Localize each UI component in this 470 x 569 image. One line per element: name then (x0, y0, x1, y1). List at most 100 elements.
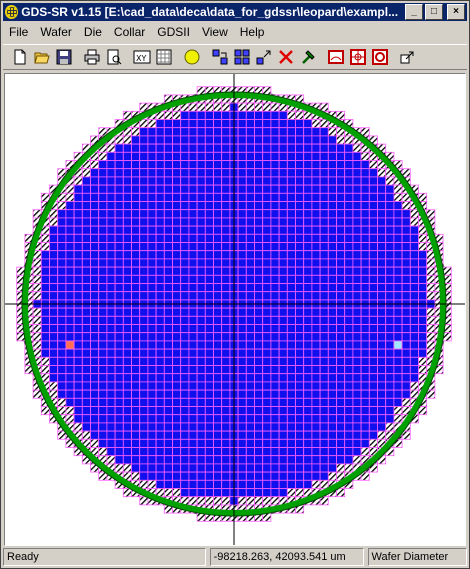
die-cell[interactable] (368, 176, 378, 186)
die-cell[interactable] (90, 397, 100, 407)
die-cell[interactable] (286, 315, 296, 325)
die-cell[interactable] (49, 258, 59, 268)
die-cell[interactable] (270, 283, 280, 293)
partial-die-cell[interactable] (221, 102, 231, 112)
die-cell[interactable] (196, 438, 206, 448)
die-cell[interactable] (147, 233, 157, 243)
partial-die-cell[interactable] (393, 414, 403, 424)
die-cell[interactable] (319, 127, 329, 137)
die-cell[interactable] (409, 242, 419, 252)
die-cell[interactable] (163, 430, 173, 440)
die-cell[interactable] (286, 356, 296, 366)
die-cell[interactable] (303, 438, 313, 448)
partial-die-cell[interactable] (401, 201, 411, 211)
die-cell[interactable] (286, 332, 296, 342)
die-cell[interactable] (262, 430, 272, 440)
die-cell[interactable] (180, 455, 190, 465)
die-cell[interactable] (172, 225, 182, 235)
die-cell[interactable] (254, 160, 264, 170)
die-cell[interactable] (65, 365, 75, 375)
die-cell[interactable] (319, 373, 329, 383)
die-cell[interactable] (418, 250, 428, 260)
die-cell[interactable] (286, 414, 296, 424)
die-cell[interactable] (213, 389, 223, 399)
die-cell[interactable] (90, 184, 100, 194)
die-cell[interactable] (163, 332, 173, 342)
die-cell[interactable] (188, 438, 198, 448)
die-cell[interactable] (122, 168, 132, 178)
die-cell[interactable] (139, 422, 149, 432)
die-cell[interactable] (409, 373, 419, 383)
die-cell[interactable] (106, 217, 116, 227)
die-cell[interactable] (163, 151, 173, 161)
partial-die-cell[interactable] (319, 479, 329, 489)
partial-die-cell[interactable] (49, 389, 59, 399)
die-cell[interactable] (131, 209, 141, 219)
die-cell[interactable] (73, 365, 83, 375)
die-cell[interactable] (221, 315, 231, 325)
die-cell[interactable] (73, 397, 83, 407)
partial-die-cell[interactable] (196, 496, 206, 506)
die-cell[interactable] (81, 340, 91, 350)
die-cell[interactable] (368, 397, 378, 407)
die-cell[interactable] (180, 488, 190, 498)
die-cell[interactable] (188, 406, 198, 416)
die-cell[interactable] (204, 242, 214, 252)
die-cell[interactable] (114, 348, 124, 358)
die-cell[interactable] (139, 447, 149, 457)
die-cell[interactable] (311, 143, 321, 153)
die-cell[interactable] (155, 422, 165, 432)
die-cell[interactable] (311, 258, 321, 268)
die-cell[interactable] (147, 463, 157, 473)
die-cell[interactable] (352, 176, 362, 186)
die-cell[interactable] (155, 463, 165, 473)
die-cell[interactable] (213, 274, 223, 284)
die-cell[interactable] (213, 488, 223, 498)
die-cell[interactable] (40, 283, 50, 293)
die-cell[interactable] (204, 127, 214, 137)
die-cell[interactable] (401, 348, 411, 358)
partial-die-cell[interactable] (295, 488, 305, 498)
partial-die-cell[interactable] (327, 127, 337, 137)
die-cell[interactable] (155, 430, 165, 440)
die-cell[interactable] (245, 430, 255, 440)
die-cell[interactable] (377, 397, 387, 407)
die-cell[interactable] (278, 225, 288, 235)
die-cell[interactable] (303, 381, 313, 391)
die-cell[interactable] (385, 184, 395, 194)
die-cell[interactable] (262, 110, 272, 120)
die-cell[interactable] (213, 135, 223, 145)
die-cell[interactable] (237, 348, 247, 358)
die-cell[interactable] (336, 217, 346, 227)
partial-die-cell[interactable] (377, 168, 387, 178)
die-cell[interactable] (237, 356, 247, 366)
die-cell[interactable] (254, 381, 264, 391)
die-cell[interactable] (303, 192, 313, 202)
die-cell[interactable] (245, 332, 255, 342)
die-cell[interactable] (98, 422, 108, 432)
die-cell[interactable] (180, 160, 190, 170)
die-cell[interactable] (65, 348, 75, 358)
die-cell[interactable] (204, 447, 214, 457)
die-cell[interactable] (327, 307, 337, 317)
partial-die-cell[interactable] (426, 274, 436, 284)
die-cell[interactable] (221, 274, 231, 284)
die-cell[interactable] (368, 332, 378, 342)
die-cell[interactable] (163, 447, 173, 457)
die-cell[interactable] (270, 340, 280, 350)
die-cell[interactable] (155, 283, 165, 293)
die-cell[interactable] (131, 233, 141, 243)
die-cell[interactable] (286, 447, 296, 457)
die-cell[interactable] (98, 160, 108, 170)
die-cell[interactable] (172, 430, 182, 440)
die-cell[interactable] (262, 438, 272, 448)
die-cell[interactable] (147, 381, 157, 391)
die-cell[interactable] (131, 242, 141, 252)
die-cell[interactable] (303, 135, 313, 145)
die-cell[interactable] (295, 250, 305, 260)
hammer-icon[interactable] (297, 46, 319, 68)
die-cell[interactable] (106, 274, 116, 284)
die-cell[interactable] (327, 151, 337, 161)
partial-die-cell[interactable] (40, 192, 50, 202)
die-cell[interactable] (147, 168, 157, 178)
